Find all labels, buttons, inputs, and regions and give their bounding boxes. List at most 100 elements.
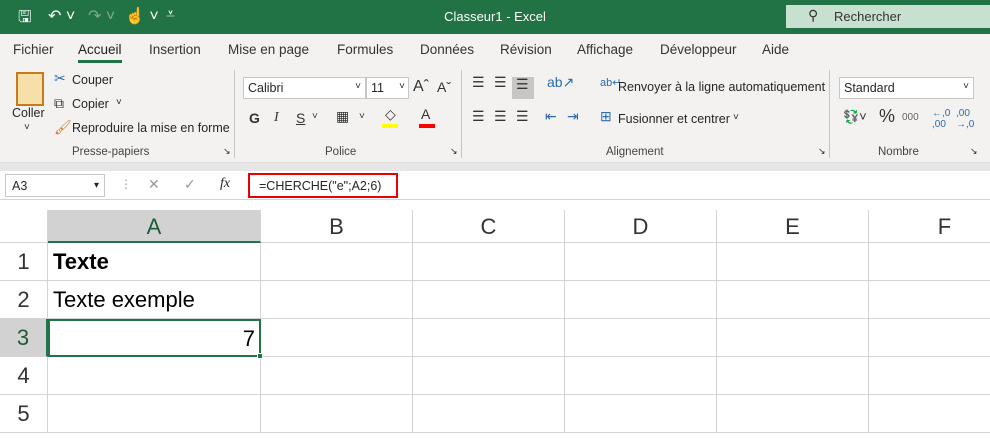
tab-revision[interactable]: Révision [500, 42, 552, 57]
dialog-launcher-icon[interactable]: ↘ [223, 146, 231, 157]
cell[interactable] [261, 395, 413, 433]
align-left-icon[interactable]: ☰ [472, 108, 485, 125]
font-name-value: Calibri [248, 81, 284, 95]
decrease-decimal-icon[interactable]: ,00 →,0 [956, 108, 974, 130]
dialog-launcher-icon[interactable]: ↘ [450, 146, 458, 157]
cut-button[interactable]: Couper [72, 73, 113, 87]
paste-icon[interactable] [16, 72, 44, 106]
cell[interactable] [261, 243, 413, 281]
cell[interactable] [413, 243, 565, 281]
italic-button[interactable]: I [274, 110, 279, 126]
dialog-launcher-icon[interactable]: ↘ [818, 146, 826, 157]
cell[interactable] [261, 319, 413, 357]
copy-button[interactable]: Copier [72, 97, 109, 111]
cell[interactable] [717, 243, 869, 281]
bold-button[interactable]: G [249, 110, 260, 126]
column-header-d[interactable]: D [565, 210, 717, 243]
tab-developpeur[interactable]: Développeur [660, 42, 737, 57]
cell[interactable] [565, 243, 717, 281]
group-label-alignment: Alignement [606, 146, 664, 158]
thousands-button[interactable]: 000 [902, 112, 919, 123]
merge-center-button[interactable]: Fusionner et centrer [618, 112, 730, 126]
cell[interactable] [565, 281, 717, 319]
cell[interactable] [869, 243, 990, 281]
cell[interactable] [717, 319, 869, 357]
cell[interactable] [565, 395, 717, 433]
cell[interactable] [869, 281, 990, 319]
search-box[interactable]: ⚲ Rechercher [786, 5, 990, 28]
column-header-c[interactable]: C [413, 210, 565, 243]
paste-button[interactable]: Coller [12, 106, 45, 120]
cell[interactable] [869, 395, 990, 433]
format-painter-icon: 🖌 [54, 119, 72, 135]
borders-icon[interactable]: ▦ [336, 108, 349, 125]
cell[interactable] [565, 319, 717, 357]
cell[interactable] [48, 395, 261, 433]
cell[interactable] [717, 281, 869, 319]
cell[interactable] [261, 357, 413, 395]
fill-color-icon[interactable]: ◇ [385, 106, 396, 123]
font-name-select[interactable]: Calibri ˅ [243, 77, 366, 99]
currency-icon[interactable]: 💱˅ [843, 109, 867, 125]
row-header-4[interactable]: 4 [0, 357, 48, 395]
fill-handle[interactable] [257, 353, 263, 359]
name-box[interactable]: A3 ▾ [5, 174, 105, 197]
wrap-text-button[interactable]: Renvoyer à la ligne automatiquement [618, 80, 825, 94]
font-color-icon[interactable]: A [421, 106, 430, 122]
insert-function-button[interactable]: fx [220, 176, 230, 192]
increase-font-icon[interactable]: Aˆ [413, 78, 429, 96]
align-right-icon[interactable]: ☰ [516, 108, 529, 125]
cell[interactable] [413, 357, 565, 395]
row-header-1[interactable]: 1 [0, 243, 48, 281]
tab-donnees[interactable]: Données [420, 42, 474, 57]
row-header-5[interactable]: 5 [0, 395, 48, 433]
cell-a1[interactable]: Texte [48, 243, 261, 281]
cell[interactable] [413, 319, 565, 357]
underline-button[interactable]: S [296, 110, 305, 126]
cell-a2[interactable]: Texte exemple [48, 281, 261, 319]
decrease-font-icon[interactable]: Aˇ [437, 79, 451, 95]
format-painter-button[interactable]: Reproduire la mise en forme [72, 121, 230, 135]
chevron-down-icon[interactable]: ˅ [116, 97, 122, 108]
cell[interactable] [413, 281, 565, 319]
cell[interactable] [869, 319, 990, 357]
cell[interactable] [48, 357, 261, 395]
decrease-indent-icon[interactable]: ⇤ [545, 108, 557, 125]
increase-indent-icon[interactable]: ⇥ [567, 108, 579, 125]
align-bottom-icon[interactable]: ☰ [516, 76, 529, 93]
column-header-f[interactable]: F [869, 210, 990, 243]
cell[interactable] [261, 281, 413, 319]
cell-a3[interactable]: 7 [48, 319, 261, 357]
percent-button[interactable]: % [879, 106, 895, 127]
cell[interactable] [717, 395, 869, 433]
number-format-select[interactable]: Standard ˅ [839, 77, 974, 99]
row-header-3[interactable]: 3 [0, 319, 48, 357]
tab-accueil[interactable]: Accueil [78, 42, 122, 63]
cell[interactable] [565, 357, 717, 395]
row-header-2[interactable]: 2 [0, 281, 48, 319]
cell[interactable] [717, 357, 869, 395]
align-top-icon[interactable]: ☰ [472, 74, 485, 91]
tab-mise-en-page[interactable]: Mise en page [228, 42, 309, 57]
increase-decimal-icon[interactable]: ←,0,00 [932, 108, 950, 130]
cancel-icon[interactable]: ✕ [148, 176, 160, 193]
enter-icon[interactable]: ✓ [184, 176, 196, 193]
orientation-icon[interactable]: ab↗ [547, 74, 574, 91]
align-middle-icon[interactable]: ☰ [494, 74, 507, 91]
tab-aide[interactable]: Aide [762, 42, 789, 57]
tab-insertion[interactable]: Insertion [149, 42, 201, 57]
font-size-select[interactable]: 11 ˅ [366, 77, 409, 99]
formula-input[interactable]: =CHERCHE("e";A2;6) [248, 173, 398, 198]
copy-icon: ⧉ [54, 95, 64, 111]
dialog-launcher-icon[interactable]: ↘ [970, 146, 978, 157]
column-header-e[interactable]: E [717, 210, 869, 243]
column-header-a[interactable]: A [48, 210, 261, 243]
tab-fichier[interactable]: Fichier [13, 42, 54, 57]
cell[interactable] [869, 357, 990, 395]
cell[interactable] [413, 395, 565, 433]
align-center-icon[interactable]: ☰ [494, 108, 507, 125]
column-header-b[interactable]: B [261, 210, 413, 243]
select-all-corner[interactable] [0, 210, 48, 243]
tab-formules[interactable]: Formules [337, 42, 393, 57]
tab-affichage[interactable]: Affichage [577, 42, 633, 57]
